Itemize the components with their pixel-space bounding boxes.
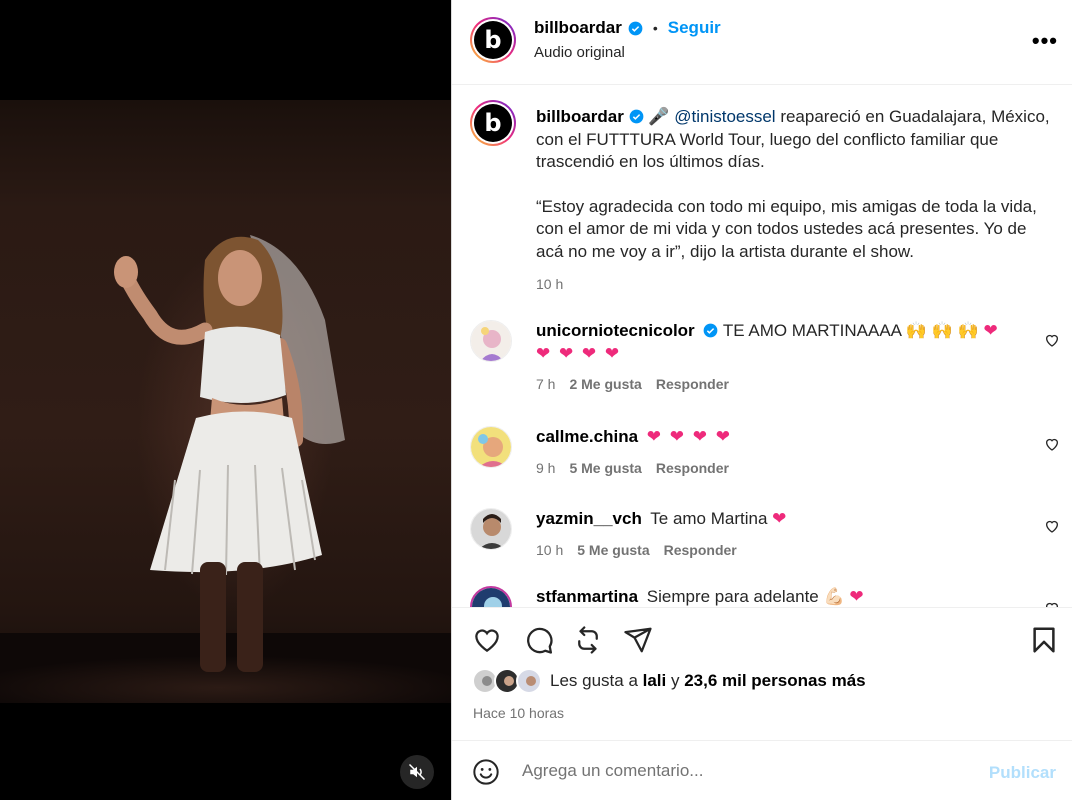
- separator-dot: •: [652, 20, 658, 36]
- comment-hearts: ❤: [772, 509, 789, 528]
- likes-summary: Les gusta a lali y 23,6 mil personas más: [472, 668, 866, 694]
- share-icon[interactable]: [623, 625, 653, 655]
- publish-button[interactable]: Publicar: [989, 763, 1056, 783]
- caption-author-username[interactable]: billboardar: [536, 107, 624, 126]
- author-avatar[interactable]: b: [470, 17, 516, 63]
- comment-icon[interactable]: [524, 625, 554, 655]
- microphone-emoji: 🎤: [648, 107, 670, 126]
- comment-time[interactable]: 7 h: [536, 376, 555, 392]
- mute-icon: [408, 763, 426, 781]
- comment-username[interactable]: callme.china: [536, 427, 638, 446]
- post-timestamp[interactable]: Hace 10 horas: [473, 705, 564, 721]
- comment-username[interactable]: stfanmartina: [536, 587, 638, 606]
- comment-meta: 7 h 2 Me gusta Responder: [536, 376, 729, 392]
- caption-text: billboardar 🎤 @tinistoessel reapareció e…: [536, 106, 1051, 296]
- comment-like-heart-icon[interactable]: [1044, 332, 1060, 348]
- comment-avatar[interactable]: [470, 586, 512, 607]
- likes-prefix: Les gusta a: [550, 671, 643, 690]
- comment-avatar[interactable]: [470, 508, 512, 550]
- likes-user[interactable]: lali: [643, 671, 667, 690]
- avatar-letter: b: [474, 21, 512, 59]
- post-media[interactable]: [0, 0, 451, 800]
- emoji-icon[interactable]: [472, 758, 500, 786]
- reply-button[interactable]: Responder: [664, 542, 737, 558]
- performer-figure: [114, 235, 345, 672]
- comment-text: Siempre para adelante 💪🏻: [646, 587, 845, 606]
- likes-text: Les gusta a lali y 23,6 mil personas más: [550, 671, 866, 691]
- verified-icon: [629, 109, 643, 124]
- video-frame[interactable]: [0, 100, 451, 703]
- mute-button[interactable]: [400, 755, 434, 789]
- comment-like-heart-icon[interactable]: [1044, 436, 1060, 452]
- audio-label[interactable]: Audio original: [534, 44, 625, 61]
- comment-time[interactable]: 10 h: [536, 542, 563, 558]
- bookmark-icon[interactable]: [1029, 625, 1059, 655]
- likes-count[interactable]: 23,6 mil personas más: [684, 671, 865, 690]
- caption-time[interactable]: 10 h: [536, 273, 1051, 296]
- comment-time[interactable]: 9 h: [536, 460, 555, 476]
- verified-icon: [704, 323, 718, 338]
- reply-button[interactable]: Responder: [656, 460, 729, 476]
- like-heart-icon[interactable]: [472, 625, 502, 655]
- comment-hearts: ❤: [849, 587, 866, 606]
- likes-mid: y: [666, 671, 685, 690]
- comments-scroll-area[interactable]: b billboardar 🎤 @tinistoessel reapareció…: [452, 86, 1072, 607]
- comment-like-heart-icon[interactable]: [1044, 518, 1060, 534]
- comment-username[interactable]: yazmin__vch: [536, 509, 642, 528]
- comment-body: unicorniotecnicolor TE AMO MARTINAAAA 🙌 …: [536, 320, 1006, 365]
- avatar-letter: b: [474, 104, 512, 142]
- repost-icon[interactable]: [573, 625, 603, 655]
- comment-avatar[interactable]: [470, 426, 512, 468]
- comment-likes[interactable]: 5 Me gusta: [577, 542, 649, 558]
- more-options-button[interactable]: •••: [1032, 28, 1058, 54]
- caption-author-avatar[interactable]: b: [470, 100, 516, 146]
- comment-text: TE AMO MARTINAAAA 🙌 🙌 🙌: [722, 321, 979, 340]
- verified-icon: [628, 21, 643, 35]
- follow-button[interactable]: Seguir: [668, 18, 721, 38]
- comment-text: Te amo Martina: [650, 509, 768, 528]
- comment-body: callme.china ❤ ❤ ❤ ❤: [536, 426, 1006, 449]
- comment-body: stfanmartina Siempre para adelante 💪🏻 ❤: [536, 586, 1006, 607]
- post-dialog: b billboardar • Seguir Audio original ••…: [0, 0, 1072, 800]
- comment-likes[interactable]: 2 Me gusta: [569, 376, 641, 392]
- comment-avatar[interactable]: [470, 320, 512, 362]
- comment-likes[interactable]: 5 Me gusta: [569, 460, 641, 476]
- comment-body: yazmin__vch Te amo Martina ❤: [536, 508, 1006, 531]
- author-row: billboardar • Seguir: [534, 18, 721, 38]
- author-username[interactable]: billboardar: [534, 18, 622, 38]
- comment-meta: 9 h 5 Me gusta Responder: [536, 460, 729, 476]
- post-panel: b billboardar • Seguir Audio original ••…: [451, 0, 1072, 800]
- comment-meta: 10 h 5 Me gusta Responder: [536, 542, 737, 558]
- comment-input[interactable]: [522, 759, 962, 783]
- comment-hearts: ❤ ❤ ❤ ❤: [646, 427, 732, 446]
- liker-avatar[interactable]: [516, 668, 542, 694]
- reply-button[interactable]: Responder: [656, 376, 729, 392]
- add-comment-bar: Publicar: [452, 740, 1072, 800]
- mention-link[interactable]: @tinistoessel: [674, 107, 775, 126]
- comment-like-heart-icon[interactable]: [1044, 600, 1060, 607]
- comment-username[interactable]: unicorniotecnicolor: [536, 321, 695, 340]
- caption-quote: “Estoy agradecida con todo mi equipo, mi…: [536, 196, 1037, 261]
- post-header: b billboardar • Seguir Audio original ••…: [452, 0, 1072, 85]
